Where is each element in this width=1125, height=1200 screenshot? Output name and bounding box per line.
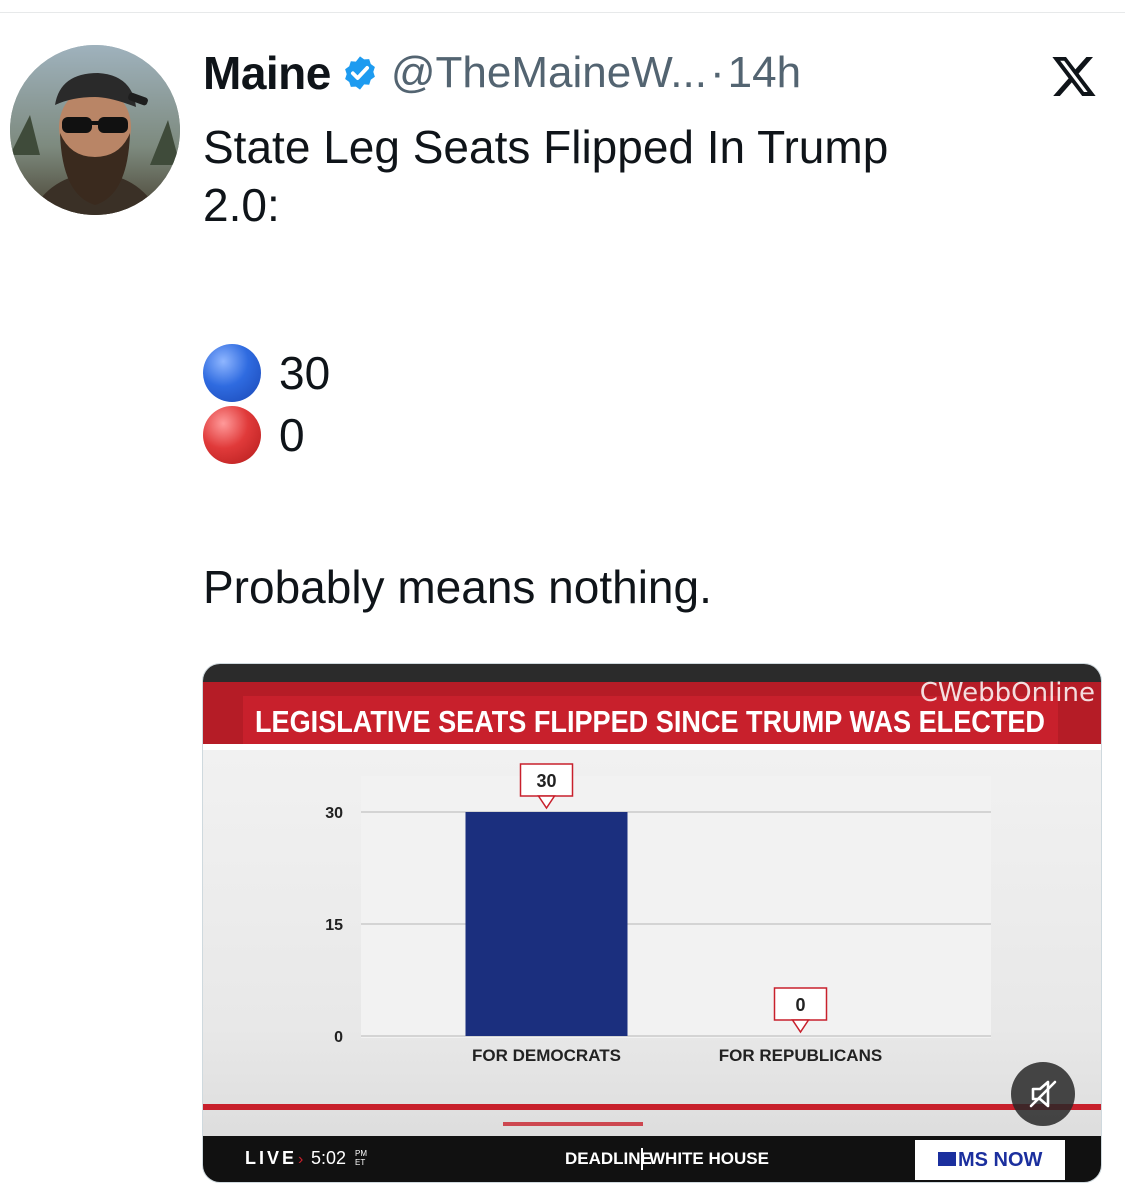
red-circle-icon [203, 406, 261, 464]
tweet-closing: Probably means nothing. [203, 561, 712, 613]
banner-divider [203, 744, 1101, 750]
y-tick-label: 30 [325, 805, 343, 822]
tally-row-red: 0 [203, 404, 1083, 466]
tweet-line: 2.0: [203, 179, 280, 231]
network-flag-icon [938, 1152, 956, 1166]
avatar[interactable] [10, 45, 180, 215]
x-category-label: FOR DEMOCRATS [472, 1046, 621, 1065]
separator-dot: · [709, 48, 725, 97]
mute-icon [1029, 1080, 1057, 1108]
bar [465, 812, 628, 1036]
avatar-image [10, 45, 180, 215]
data-label: 30 [536, 771, 556, 791]
display-name[interactable]: Maine [203, 46, 331, 100]
x-category-label: FOR REPUBLICANS [719, 1046, 882, 1065]
lower-red-accent [503, 1122, 643, 1126]
mute-button[interactable] [1011, 1062, 1075, 1126]
tv-frame: LEGISLATIVE SEATS FLIPPED SINCE TRUMP WA… [203, 664, 1101, 1182]
tweet-body: State Leg Seats Flipped In Trump 2.0: 30… [203, 118, 1083, 616]
top-divider [0, 12, 1125, 13]
show-name-part-2: WHITE HOUSE [649, 1149, 769, 1168]
verified-badge-icon [341, 54, 379, 92]
live-time-suffix-bottom: ET [355, 1158, 365, 1167]
show-name-part-1: DEADLINE [565, 1149, 652, 1168]
embedded-video[interactable]: LEGISLATIVE SEATS FLIPPED SINCE TRUMP WA… [202, 663, 1102, 1183]
tweet-line: State Leg Seats Flipped In Trump [203, 121, 889, 173]
y-tick-label: 15 [325, 917, 343, 934]
y-tick-label: 0 [334, 1029, 343, 1046]
blue-circle-icon [203, 344, 261, 402]
plot-area [361, 776, 991, 1038]
network-logo: MS NOW [958, 1149, 1043, 1171]
lower-red-line [203, 1104, 1101, 1110]
tally-value: 30 [279, 347, 331, 399]
handle[interactable]: @TheMaineW... [391, 48, 707, 98]
timestamp[interactable]: 14h [728, 48, 801, 98]
tally-row-blue: 30 [203, 342, 1083, 404]
chevron-right-icon: › [298, 1151, 303, 1168]
data-label: 0 [795, 995, 805, 1015]
show-name-divider [641, 1148, 643, 1170]
watermark: CWebbOnline [919, 678, 1095, 708]
live-label: LIVE [245, 1148, 297, 1168]
banner-title: LEGISLATIVE SEATS FLIPPED SINCE TRUMP WA… [255, 704, 1045, 739]
x-logo-icon[interactable] [1050, 52, 1098, 100]
live-time-suffix-top: PM [355, 1149, 367, 1158]
live-time: 5:02 [311, 1148, 346, 1168]
tweet-header: Maine @TheMaineW... · 14h [203, 42, 801, 104]
tally-value: 0 [279, 409, 305, 461]
